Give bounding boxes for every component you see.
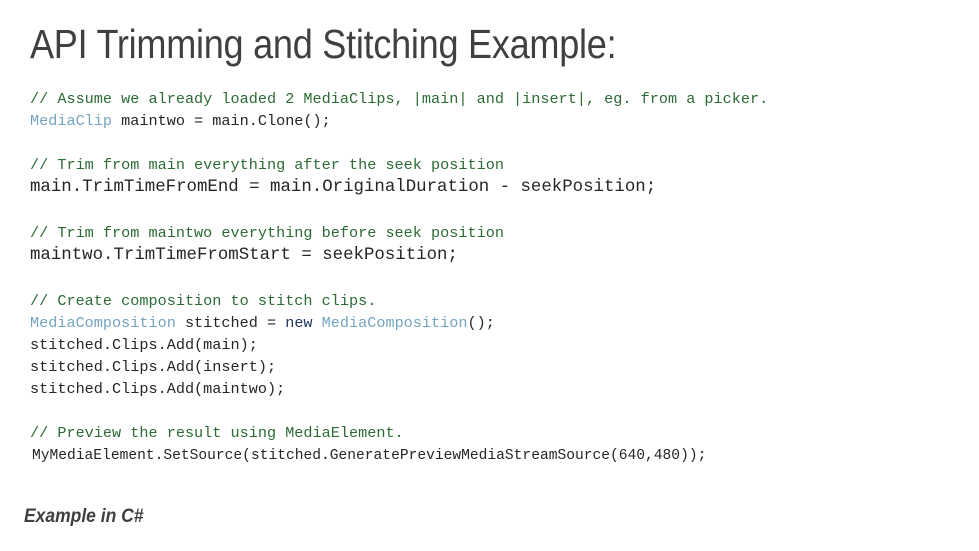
page-title: API Trimming and Stitching Example: <box>30 21 617 67</box>
code-statement-line: MediaComposition stitched = new MediaCom… <box>30 312 979 334</box>
code-block-preview: // Preview the result using MediaElement… <box>30 422 979 468</box>
keyword-token-new: new <box>285 314 313 332</box>
code-token-clone-assignment: maintwo = main.Clone(); <box>112 112 331 130</box>
code-comment-line: // Create composition to stitch clips. <box>30 292 377 310</box>
slide-canvas: API Trimming and Stitching Example: // A… <box>0 0 979 551</box>
code-statement-line: stitched.Clips.Add(insert); <box>30 358 277 376</box>
code-comment-line: // Trim from maintwo everything before s… <box>30 224 504 242</box>
code-block-load-clips: // Assume we already loaded 2 MediaClips… <box>30 88 979 132</box>
type-token-mediaclip: MediaClip <box>30 112 113 130</box>
code-token-assignment: stitched = <box>175 314 286 332</box>
code-statement-line: MyMediaElement.SetSource(stitched.Genera… <box>32 448 707 464</box>
code-token-ctor-parens: (); <box>467 314 495 332</box>
code-statement-line: stitched.Clips.Add(maintwo); <box>30 380 286 398</box>
code-block-trim-maintwo: // Trim from maintwo everything before s… <box>30 222 979 268</box>
code-statement-line: main.TrimTimeFromEnd = main.OriginalDura… <box>30 178 657 197</box>
code-block-trim-main: // Trim from main everything after the s… <box>30 154 979 200</box>
code-comment-line: // Assume we already loaded 2 MediaClips… <box>30 90 769 108</box>
code-comment-line: // Preview the result using MediaElement… <box>30 424 404 442</box>
code-statement-line: MediaClip maintwo = main.Clone(); <box>30 110 979 132</box>
code-statement-line: maintwo.TrimTimeFromStart = seekPosition… <box>30 246 458 265</box>
code-sample-area: // Assume we already loaded 2 MediaClips… <box>0 88 979 468</box>
footer-caption: Example in C# <box>24 506 144 527</box>
code-statement-line: stitched.Clips.Add(main); <box>30 336 258 354</box>
type-token-mediacomposition: MediaComposition <box>30 314 176 332</box>
type-token-mediacomposition-ctor: MediaComposition <box>312 314 468 332</box>
code-comment-line: // Trim from main everything after the s… <box>30 156 504 174</box>
code-block-create-composition: // Create composition to stitch clips. M… <box>30 290 979 400</box>
